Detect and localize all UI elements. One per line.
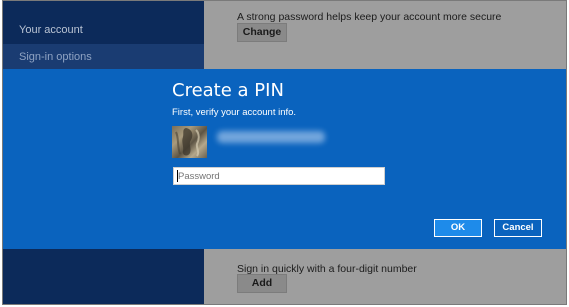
password-field[interactable] [173,167,385,185]
password-description: A strong password helps keep your accoun… [237,11,502,23]
account-name-redacted [217,131,325,143]
add-pin-button[interactable]: Add [237,274,287,293]
change-password-button[interactable]: Change [237,23,287,42]
sidebar-item-your-account[interactable]: Your account [3,17,204,43]
cancel-button[interactable]: Cancel [494,219,542,237]
text-caret [177,170,178,182]
sidebar-item-label: Your account [19,24,83,36]
ok-button[interactable]: OK [434,219,482,237]
dialog-title: Create a PIN [172,80,284,101]
settings-window: Your account Sign-in options A strong pa… [2,0,567,305]
dialog-subtitle: First, verify your account info. [172,107,297,118]
create-pin-dialog: Create a PIN First, verify your account … [3,69,566,249]
sidebar-item-sign-in-options[interactable]: Sign-in options [3,44,204,70]
account-avatar [172,126,207,158]
sidebar-item-label: Sign-in options [19,51,92,63]
